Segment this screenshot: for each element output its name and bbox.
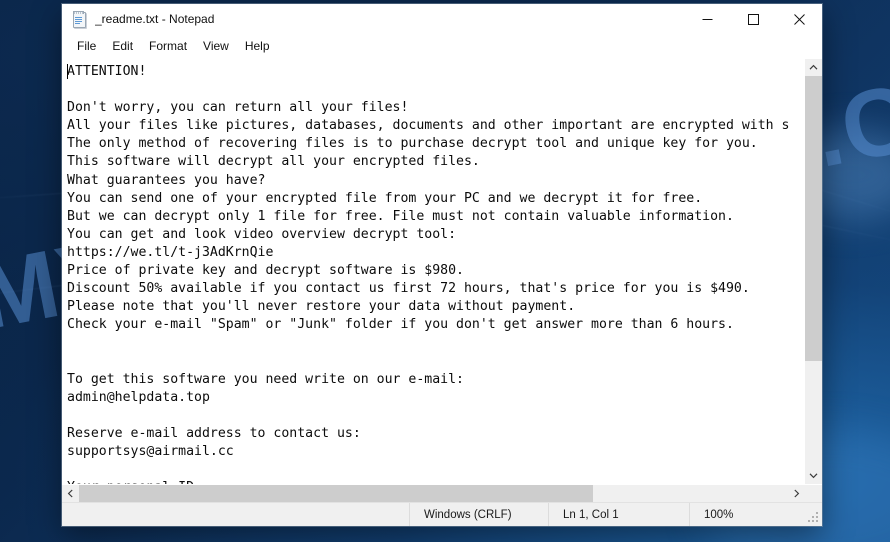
title-bar-left: _readme.txt - Notepad — [62, 11, 684, 28]
window-controls — [684, 4, 822, 34]
text-editor[interactable]: ATTENTION! Don't worry, you can return a… — [62, 59, 804, 484]
ransom-note-text: ATTENTION! Don't worry, you can return a… — [67, 64, 790, 484]
horizontal-scroll-thumb[interactable] — [79, 485, 593, 502]
notepad-document-icon — [71, 11, 87, 28]
editor-area: ATTENTION! Don't worry, you can return a… — [62, 58, 822, 526]
horizontal-scrollbar-row — [62, 484, 822, 502]
scrollbar-corner — [805, 485, 822, 502]
chevron-left-icon — [67, 489, 73, 498]
minimize-button[interactable] — [684, 4, 730, 34]
maximize-button[interactable] — [730, 4, 776, 34]
menu-item-help[interactable]: Help — [237, 36, 278, 56]
horizontal-scrollbar[interactable] — [62, 485, 805, 502]
notepad-window[interactable]: _readme.txt - Notepad File Edit Format V… — [62, 4, 822, 526]
status-bar: Windows (CRLF) Ln 1, Col 1 100% — [62, 502, 822, 526]
resize-grip[interactable] — [808, 512, 819, 523]
close-icon — [793, 13, 805, 25]
maximize-icon — [747, 13, 759, 25]
vertical-scroll-thumb[interactable] — [805, 76, 822, 361]
chevron-down-icon — [809, 473, 818, 479]
vertical-scrollbar[interactable] — [804, 59, 822, 484]
close-button[interactable] — [776, 4, 822, 34]
vertical-scroll-track[interactable] — [805, 76, 822, 467]
status-cursor-position: Ln 1, Col 1 — [548, 503, 689, 526]
scroll-left-button[interactable] — [62, 485, 79, 502]
scroll-down-button[interactable] — [805, 467, 822, 484]
menu-item-format[interactable]: Format — [141, 36, 195, 56]
minimize-icon — [702, 18, 712, 20]
editor-row: ATTENTION! Don't worry, you can return a… — [62, 59, 822, 484]
chevron-right-icon — [794, 489, 800, 498]
menu-item-file[interactable]: File — [69, 36, 104, 56]
scroll-right-button[interactable] — [788, 485, 805, 502]
menu-item-edit[interactable]: Edit — [104, 36, 141, 56]
status-zoom-level: 100% — [689, 503, 822, 526]
window-title: _readme.txt - Notepad — [95, 12, 215, 26]
scroll-up-button[interactable] — [805, 59, 822, 76]
chevron-up-icon — [809, 64, 818, 70]
menu-item-view[interactable]: View — [195, 36, 237, 56]
menu-bar: File Edit Format View Help — [62, 34, 822, 58]
horizontal-scroll-track[interactable] — [79, 485, 788, 502]
status-line-ending: Windows (CRLF) — [409, 503, 548, 526]
title-bar[interactable]: _readme.txt - Notepad — [62, 4, 822, 34]
